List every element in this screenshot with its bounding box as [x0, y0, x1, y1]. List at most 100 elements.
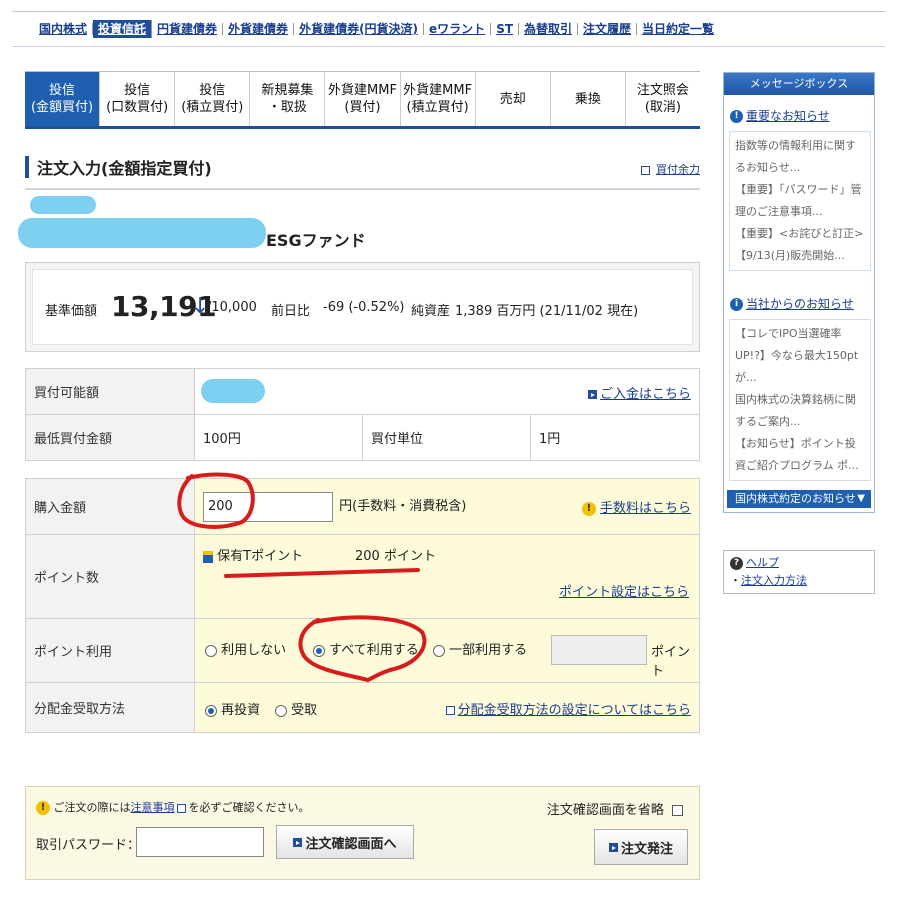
redacted-fund-name: [18, 218, 266, 248]
tab-switch[interactable]: 乗換: [550, 72, 626, 126]
fund-name: ESGファンド: [266, 231, 366, 250]
nav-fx[interactable]: 為替取引: [519, 23, 579, 35]
notice-link[interactable]: 注意事項: [131, 801, 175, 814]
radio-icon: [275, 704, 287, 717]
company-notices-list: 【コレでIPO当選確率UP!?】今なら最大150ptが... 国内株式の決算銘柄…: [729, 319, 871, 481]
nav-foreign-bonds[interactable]: 外貨建債券: [223, 23, 295, 35]
receive-radio[interactable]: 受取: [275, 699, 317, 718]
tab-foreign-mmf-reserve[interactable]: 外貨建MMF (積立買付): [400, 72, 476, 126]
tab-sell[interactable]: 売却: [475, 72, 551, 126]
warning-icon: !: [581, 501, 596, 516]
nav-order-history[interactable]: 注文履歴: [578, 23, 638, 35]
net-assets-value: 1,389 百万円 (21/11/02 現在): [455, 304, 639, 319]
tab-order-inquiry[interactable]: 注文照会 (取消): [625, 72, 700, 126]
purchase-amount-label: 購入金額: [25, 478, 195, 535]
points-setting-link[interactable]: ポイント設定はこちら: [559, 581, 689, 600]
list-item[interactable]: 【お知らせ】ポイント投資ご紹介プログラム ポ...: [735, 433, 865, 477]
order-method-link[interactable]: 注文入力方法: [741, 574, 807, 587]
nav-price-label: 基準価額: [45, 304, 98, 319]
link-arrow-icon: [587, 390, 597, 399]
window-icon: [176, 803, 186, 813]
window-icon: [640, 165, 650, 175]
tab-foreign-mmf-buy[interactable]: 外貨建MMF (買付): [325, 72, 401, 126]
point-use-label: ポイント利用: [25, 618, 195, 683]
execution-notice-bar[interactable]: 国内株式約定のお知らせ ▼: [727, 490, 871, 508]
company-notices-link[interactable]: 当社からのお知らせ: [746, 297, 854, 311]
order-form-table: 購入金額 200 円(手数料・消費税含) ! 手数料はこちら ポイント数 保有T…: [25, 478, 700, 733]
skip-confirm-checkbox[interactable]: [672, 805, 683, 816]
points-label: ポイント数: [25, 534, 195, 619]
notice-pre: ご注文の際には: [53, 801, 131, 814]
nav-st[interactable]: ST: [491, 23, 520, 35]
nav-today-executions[interactable]: 当日約定一覧: [637, 23, 719, 35]
list-item[interactable]: 国内株式の決算銘柄に関するご案内...: [735, 389, 865, 433]
list-item[interactable]: 指数等の情報利用に関するお知らせ...: [735, 135, 865, 179]
radio-selected-icon: [205, 704, 217, 717]
radio-icon: [433, 644, 445, 657]
fee-link[interactable]: 手数料はこちら: [600, 501, 691, 516]
tab-new-offering[interactable]: 新規募集 ・取扱: [250, 72, 326, 126]
nav-investment-trusts[interactable]: 投資信託: [93, 20, 153, 38]
info-icon: i: [730, 298, 743, 311]
redacted-buyable-amount: [201, 379, 265, 403]
change-value: -69 (-0.52%): [323, 300, 405, 315]
nav-ewarrant[interactable]: eワラント: [424, 23, 492, 35]
buy-info-table: 買付可能額 ご入金はこちら 最低買付金額 100円 買付単位 1円: [25, 368, 700, 461]
price-panel: 基準価額 13,191 ↓ /10,000 前日比 -69 (-0.52%) 純…: [25, 262, 700, 352]
page-header: 注文入力(金額指定買付) 買付余力: [25, 152, 700, 190]
redacted-fund-code: [30, 196, 96, 214]
list-item[interactable]: 【コレでIPO当選確率UP!?】今なら最大150ptが...: [735, 323, 865, 389]
list-item[interactable]: 【重要】「パスワード」管理のご注意事項...: [735, 179, 865, 223]
nav-domestic-stocks[interactable]: 国内株式: [34, 23, 94, 35]
deposit-link[interactable]: ご入金はこちら: [600, 387, 691, 402]
help-link[interactable]: ヘルプ: [746, 556, 779, 569]
list-item[interactable]: 【重要】<お詫びと訂正>【9/13(月)販売開始...: [735, 223, 865, 267]
radio-selected-icon: [313, 644, 325, 657]
top-navigation: 国内株式 投資信託 円貨建債券 外貨建債券 外貨建債券(円貨決済) eワラント …: [12, 11, 885, 47]
buying-power-link[interactable]: 買付余力: [656, 163, 700, 176]
nav-yen-bonds[interactable]: 円貨建債券: [152, 23, 224, 35]
notice-post: を必ずご確認ください。: [188, 801, 310, 814]
reinvest-radio[interactable]: 再投資: [205, 699, 260, 718]
help-icon: ?: [730, 556, 743, 570]
password-label: 取引パスワード：: [36, 838, 141, 853]
important-notices-link[interactable]: 重要なお知らせ: [746, 109, 830, 123]
info-icon: !: [730, 110, 743, 123]
skip-confirm-label: 注文確認画面を省略: [546, 803, 664, 818]
place-order-button[interactable]: 注文発注: [594, 829, 688, 865]
buyable-amount-label: 買付可能額: [25, 368, 195, 415]
chevron-down-icon: ▼: [857, 493, 865, 504]
tpoint-icon: [203, 550, 213, 563]
tab-reserve-buy[interactable]: 投信 (積立買付): [175, 72, 251, 126]
partial-points-input[interactable]: [551, 635, 647, 665]
button-arrow-icon: [293, 837, 303, 847]
distribution-settings-link[interactable]: 分配金受取方法の設定についてはこちら: [458, 703, 691, 718]
price-unit: /10,000: [207, 300, 257, 315]
trade-password-input[interactable]: [136, 827, 264, 857]
page-title: 注文入力(金額指定買付): [37, 159, 212, 178]
point-use-none-radio[interactable]: 利用しない: [205, 639, 286, 658]
net-assets-label: 純資産: [411, 304, 451, 319]
min-amount-value: 100円: [194, 414, 363, 461]
buy-unit-value: 1円: [530, 414, 700, 461]
min-amount-label: 最低買付金額: [25, 414, 195, 461]
order-submit-panel: ! ご注文の際には注意事項 を必ずご確認ください。 注文確認画面を省略 取引パスワ…: [25, 786, 700, 880]
message-box: メッセージボックス ! 重要なお知らせ 指数等の情報利用に関するお知らせ... 【…: [723, 72, 875, 513]
point-use-all-radio[interactable]: すべて利用する: [313, 639, 419, 658]
point-unit: ポイント: [651, 645, 691, 679]
button-arrow-icon: [608, 842, 618, 852]
amount-suffix: 円(手数料・消費税含): [339, 499, 467, 514]
buy-unit-label: 買付単位: [362, 414, 531, 461]
order-tabs: 投信 (金額買付) 投信 (口数買付) 投信 (積立買付) 新規募集 ・取扱 外…: [25, 71, 700, 129]
confirm-order-button[interactable]: 注文確認画面へ: [276, 825, 414, 859]
warning-icon: !: [36, 801, 50, 815]
points-held-label: 保有Tポイント: [217, 549, 304, 564]
important-notices-list: 指数等の情報利用に関するお知らせ... 【重要】「パスワード」管理のご注意事項.…: [729, 131, 871, 271]
purchase-amount-input[interactable]: 200: [203, 491, 333, 522]
tab-unit-buy[interactable]: 投信 (口数買付): [100, 72, 176, 126]
nav-foreign-bonds-yen[interactable]: 外貨建債券(円貨決済): [294, 23, 425, 35]
point-use-partial-radio[interactable]: 一部利用する: [433, 639, 527, 658]
tab-amount-buy[interactable]: 投信 (金額買付): [25, 72, 101, 126]
title-marker: [25, 156, 29, 178]
change-label: 前日比: [271, 304, 311, 319]
